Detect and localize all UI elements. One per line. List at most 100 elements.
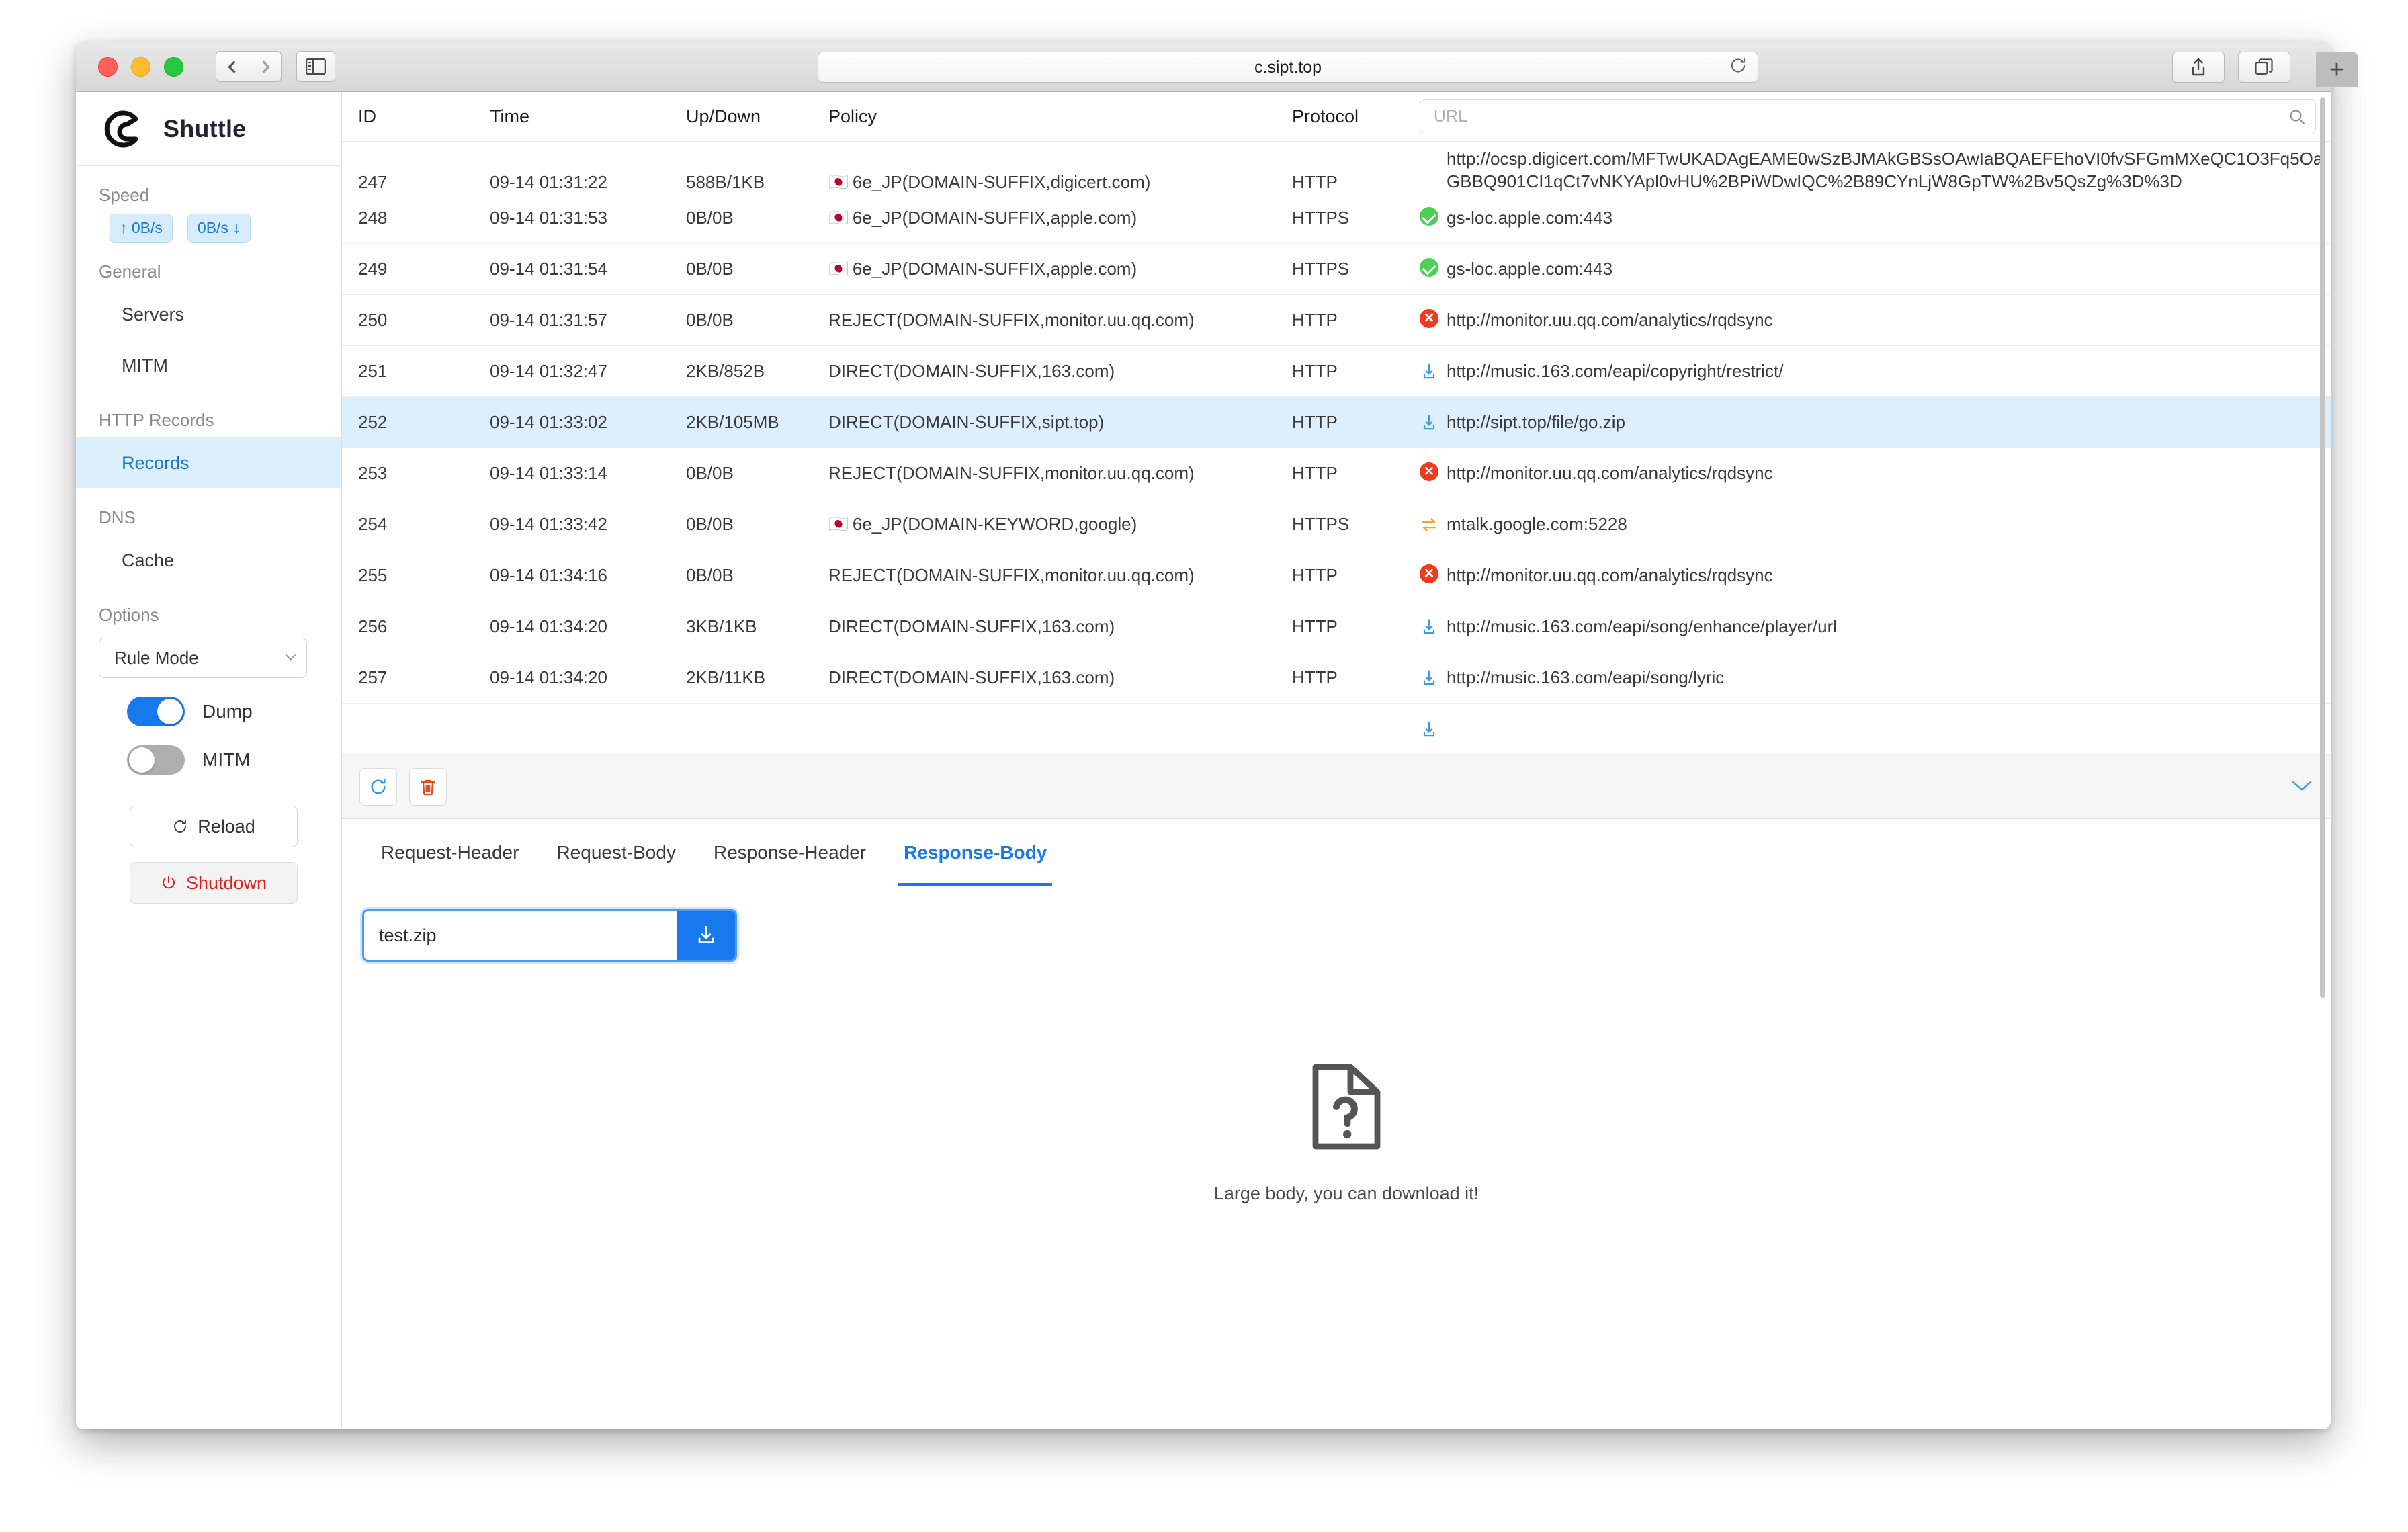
sidebar-item-cache[interactable]: Cache bbox=[76, 535, 341, 586]
cell-time: 09-14 01:34:16 bbox=[490, 565, 686, 586]
http-records-section-label: HTTP Records bbox=[76, 391, 341, 437]
table-row[interactable]: 25609-14 01:34:203KB/1KBDIRECT(DOMAIN-SU… bbox=[342, 601, 2331, 652]
column-header-time: Time bbox=[490, 106, 686, 127]
cell-updown: 588B/1KB bbox=[686, 172, 828, 193]
download-icon bbox=[1420, 720, 1438, 739]
url-text: http://music.163.com/eapi/song/enhance/p… bbox=[1447, 615, 1837, 638]
policy-text: 6e_JP(DOMAIN-SUFFIX,apple.com) bbox=[853, 208, 1137, 228]
cell-protocol: HTTP bbox=[1292, 463, 1420, 484]
close-window-button[interactable] bbox=[98, 57, 118, 77]
download-button[interactable] bbox=[677, 911, 735, 960]
browser-window: c.sipt.top bbox=[76, 42, 2331, 1429]
brand-title: Shuttle bbox=[163, 115, 246, 143]
toggle-knob bbox=[157, 699, 183, 724]
table-row[interactable]: 24909-14 01:31:540B/0B🇯🇵6e_JP(DOMAIN-SUF… bbox=[342, 244, 2331, 295]
column-header-protocol: Protocol bbox=[1292, 106, 1420, 127]
records-table-body: 24709-14 01:31:22588B/1KB🇯🇵6e_JP(DOMAIN-… bbox=[342, 142, 2331, 755]
country-flag-icon: 🇯🇵 bbox=[828, 208, 849, 228]
back-button[interactable] bbox=[216, 51, 249, 82]
reload-button[interactable] bbox=[1729, 57, 1747, 78]
filename-input[interactable] bbox=[364, 913, 677, 958]
sidebar: Shuttle Speed ↑ 0B/s 0B/s ↓ General Serv… bbox=[76, 92, 342, 1429]
cell-id: 247 bbox=[358, 172, 490, 193]
refresh-records-button[interactable] bbox=[359, 768, 397, 806]
cell-id: 252 bbox=[358, 412, 490, 433]
delete-records-button[interactable] bbox=[409, 768, 447, 806]
tab-response-body[interactable]: Response-Body bbox=[885, 819, 1066, 886]
cell-updown: 0B/0B bbox=[686, 208, 828, 228]
table-row[interactable]: 24809-14 01:31:530B/0B🇯🇵6e_JP(DOMAIN-SUF… bbox=[342, 193, 2331, 244]
download-icon bbox=[1420, 618, 1438, 636]
table-row[interactable]: 25509-14 01:34:160B/0BREJECT(DOMAIN-SUFF… bbox=[342, 550, 2331, 601]
cell-policy: DIRECT(DOMAIN-SUFFIX,163.com) bbox=[828, 361, 1292, 382]
rule-mode-select[interactable]: Rule Mode bbox=[99, 638, 307, 678]
table-row[interactable]: 25009-14 01:31:570B/0BREJECT(DOMAIN-SUFF… bbox=[342, 295, 2331, 346]
rule-mode-select-wrap: Rule Mode bbox=[76, 632, 341, 678]
cell-id: 254 bbox=[358, 514, 490, 535]
reload-button[interactable]: Reload bbox=[130, 806, 298, 847]
download-icon bbox=[1420, 669, 1438, 687]
country-flag-icon: 🇯🇵 bbox=[828, 173, 849, 192]
dump-toggle[interactable] bbox=[127, 697, 185, 726]
cell-policy: DIRECT(DOMAIN-SUFFIX,163.com) bbox=[828, 667, 1292, 688]
cell-time: 09-14 01:33:02 bbox=[490, 412, 686, 433]
table-row[interactable]: 25109-14 01:32:472KB/852BDIRECT(DOMAIN-S… bbox=[342, 346, 2331, 397]
refresh-icon bbox=[369, 777, 388, 796]
table-row[interactable]: 25209-14 01:33:022KB/105MBDIRECT(DOMAIN-… bbox=[342, 397, 2331, 448]
maximize-window-button[interactable] bbox=[164, 57, 183, 77]
tab-request-body[interactable]: Request-Body bbox=[538, 819, 694, 886]
cell-policy: REJECT(DOMAIN-SUFFIX,monitor.uu.qq.com) bbox=[828, 463, 1292, 484]
sidebar-item-mitm[interactable]: MITM bbox=[76, 340, 341, 391]
cell-policy: 🇯🇵6e_JP(DOMAIN-SUFFIX,digicert.com) bbox=[828, 172, 1292, 193]
url-search-box[interactable] bbox=[1420, 99, 2316, 134]
tab-request-header[interactable]: Request-Header bbox=[362, 819, 538, 886]
error-icon: ✕ bbox=[1420, 309, 1438, 328]
url-text: mtalk.google.com:5228 bbox=[1447, 513, 1627, 536]
cell-time: 09-14 01:34:20 bbox=[490, 616, 686, 637]
sidebar-toggle-button[interactable] bbox=[296, 51, 335, 82]
table-row[interactable]: 25709-14 01:34:202KB/11KBDIRECT(DOMAIN-S… bbox=[342, 652, 2331, 704]
download-speed-badge: 0B/s ↓ bbox=[187, 214, 251, 243]
mitm-toggle-label: MITM bbox=[202, 749, 251, 771]
search-input[interactable] bbox=[1434, 107, 2288, 126]
minimize-window-button[interactable] bbox=[131, 57, 150, 77]
url-text: http://sipt.top/file/go.zip bbox=[1447, 411, 1625, 433]
scrollbar-thumb[interactable] bbox=[2320, 97, 2325, 998]
shutdown-button[interactable]: Shutdown bbox=[130, 862, 298, 904]
download-icon bbox=[695, 924, 718, 947]
sidebar-item-records[interactable]: Records bbox=[76, 437, 341, 488]
collapse-panel-button[interactable] bbox=[2290, 778, 2313, 796]
address-bar-url: c.sipt.top bbox=[1254, 58, 1322, 77]
sidebar-item-servers[interactable]: Servers bbox=[76, 289, 341, 340]
options-section-label: Options bbox=[76, 586, 341, 632]
cell-updown: 0B/0B bbox=[686, 463, 828, 484]
tab-overview-button[interactable] bbox=[2238, 52, 2290, 83]
cell-time: 09-14 01:33:14 bbox=[490, 463, 686, 484]
tab-overview-icon bbox=[2255, 58, 2274, 76]
cell-url: gs-loc.apple.com:443 bbox=[1420, 258, 2331, 280]
table-row[interactable] bbox=[342, 704, 2331, 755]
tab-response-header[interactable]: Response-Header bbox=[695, 819, 885, 886]
cell-policy: REJECT(DOMAIN-SUFFIX,monitor.uu.qq.com) bbox=[828, 565, 1292, 586]
speed-section-label: Speed bbox=[76, 166, 341, 212]
share-button[interactable] bbox=[2172, 52, 2225, 83]
cell-url: http://sipt.top/file/go.zip bbox=[1420, 411, 2331, 433]
cell-updown: 2KB/105MB bbox=[686, 412, 828, 433]
cell-time: 09-14 01:31:22 bbox=[490, 172, 686, 193]
cell-protocol: HTTP bbox=[1292, 616, 1420, 637]
table-row[interactable]: 25309-14 01:33:140B/0BREJECT(DOMAIN-SUFF… bbox=[342, 448, 2331, 499]
address-bar[interactable]: c.sipt.top bbox=[818, 52, 1758, 83]
forward-button[interactable] bbox=[249, 51, 282, 82]
table-row[interactable]: 24709-14 01:31:22588B/1KB🇯🇵6e_JP(DOMAIN-… bbox=[342, 142, 2331, 193]
new-tab-button[interactable]: + bbox=[2316, 52, 2358, 87]
vertical-scrollbar[interactable] bbox=[2319, 92, 2327, 1429]
url-text: http://monitor.uu.qq.com/analytics/rqdsy… bbox=[1447, 564, 1773, 587]
dump-toggle-label: Dump bbox=[202, 701, 253, 722]
reload-icon bbox=[1729, 57, 1747, 75]
cell-protocol: HTTPS bbox=[1292, 514, 1420, 535]
mitm-toggle[interactable] bbox=[127, 745, 185, 775]
policy-text: DIRECT(DOMAIN-SUFFIX,163.com) bbox=[828, 667, 1115, 688]
table-row[interactable]: 25409-14 01:33:420B/0B🇯🇵6e_JP(DOMAIN-KEY… bbox=[342, 499, 2331, 550]
dns-section-label: DNS bbox=[76, 488, 341, 535]
new-tab-label: + bbox=[2329, 57, 2344, 83]
